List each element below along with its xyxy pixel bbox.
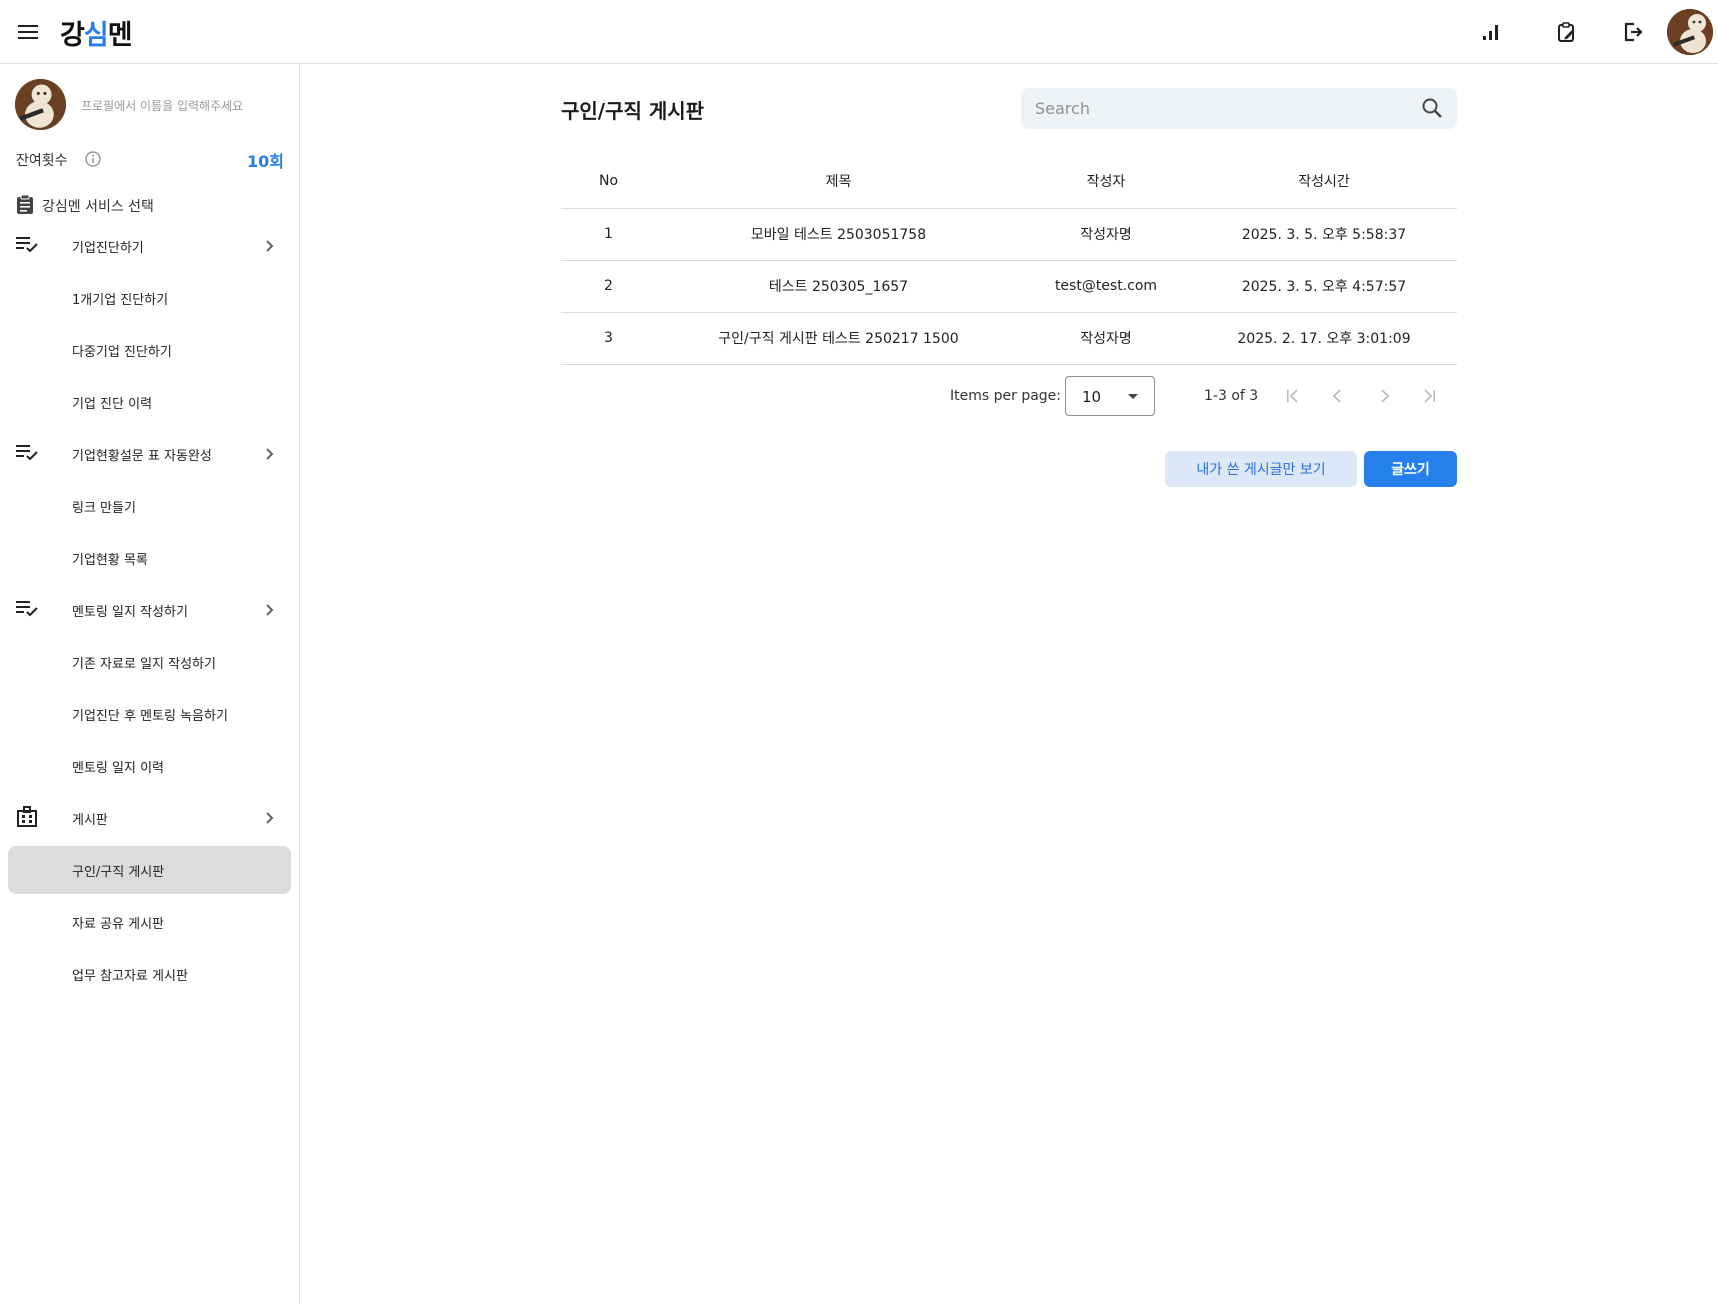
credits-value: 10회 xyxy=(247,152,284,171)
paginator: Items per page: 10 1-3 of 3 xyxy=(950,376,1457,416)
column-header-no[interactable]: No xyxy=(561,155,656,209)
sidebar-item-multi-diagnosis[interactable]: 다중기업 진단하기 xyxy=(8,326,291,374)
sidebar-item-survey-autofill[interactable]: 기업현황설문 표 자동완성 xyxy=(8,430,291,478)
sidebar-item-data-sharing-board[interactable]: 자료 공유 게시판 xyxy=(8,898,291,946)
cell-no: 3 xyxy=(561,312,656,365)
cell-author: test@test.com xyxy=(1021,260,1191,313)
sidebar-item-label: 기존 자료로 일지 작성하기 xyxy=(72,657,216,672)
chevron-right-icon xyxy=(259,444,279,464)
checklist-icon xyxy=(16,598,42,622)
sidebar-item-reference-board[interactable]: 업무 참고자료 게시판 xyxy=(8,950,291,998)
search-input[interactable] xyxy=(1035,88,1395,129)
cell-no: 2 xyxy=(561,260,656,313)
chart-bar-icon[interactable] xyxy=(1473,16,1507,48)
logo-part: 심 xyxy=(83,19,109,51)
my-posts-button[interactable]: 내가 쓴 게시글만 보기 xyxy=(1165,451,1357,487)
sidebar-item-label: 기업진단 후 멘토링 녹음하기 xyxy=(72,709,228,724)
sidebar-item-label: 게시판 xyxy=(72,813,108,828)
cell-title[interactable]: 모바일 테스트 2503051758 xyxy=(656,208,1021,261)
sidebar-item-single-diagnosis[interactable]: 1개기업 진단하기 xyxy=(8,274,291,322)
column-header-title[interactable]: 제목 xyxy=(656,155,1021,209)
sidebar-item-board[interactable]: 게시판 xyxy=(8,794,291,842)
table-header-row: No 제목 작성자 작성시간 xyxy=(561,155,1457,209)
sidebar-item-diagnosis-history[interactable]: 기업 진단 이력 xyxy=(8,378,291,426)
sidebar-item-label: 기업현황 목록 xyxy=(72,553,148,568)
top-bar: 강심멘 xyxy=(0,0,1718,64)
board-table: No 제목 작성자 작성시간 1 모바일 테스트 2503051758 작성자명… xyxy=(561,155,1457,365)
chevron-right-icon xyxy=(259,600,279,620)
remaining-credits: 잔여횟수 10회 xyxy=(16,148,284,172)
sidebar-item-label: 자료 공유 게시판 xyxy=(72,917,164,932)
table-row[interactable]: 3 구인/구직 게시판 테스트 250217 1500 작성자명 2025. 2… xyxy=(561,312,1457,365)
checklist-icon xyxy=(16,442,42,466)
sidebar-item-label: 링크 만들기 xyxy=(72,501,136,516)
sidebar-item-label: 1개기업 진단하기 xyxy=(72,293,169,308)
sidebar-item-make-link[interactable]: 링크 만들기 xyxy=(8,482,291,530)
write-button[interactable]: 글쓰기 xyxy=(1364,451,1457,487)
credits-label: 잔여횟수 xyxy=(16,153,68,169)
last-page-icon[interactable] xyxy=(1417,384,1441,408)
sidebar-item-label: 멘토링 일지 작성하기 xyxy=(72,605,188,620)
clipboard-icon xyxy=(16,194,34,218)
search-box xyxy=(1021,88,1457,129)
chevron-right-icon xyxy=(259,236,279,256)
app-logo[interactable]: 강심멘 xyxy=(60,14,133,51)
page-title: 구인/구직 게시판 xyxy=(561,99,705,123)
items-per-page-label: Items per page: xyxy=(950,388,1062,404)
sidebar-item-label: 멘토링 일지 이력 xyxy=(72,761,164,776)
sidebar-item-label: 기업 진단 이력 xyxy=(72,397,153,412)
avatar[interactable] xyxy=(1667,9,1713,55)
menu-icon[interactable] xyxy=(14,18,42,46)
search-icon[interactable] xyxy=(1421,97,1445,121)
sidebar-item-label: 다중기업 진단하기 xyxy=(72,345,172,360)
logo-part: 멘 xyxy=(107,19,133,51)
cell-author: 작성자명 xyxy=(1021,208,1191,261)
avatar[interactable] xyxy=(15,79,66,130)
sidebar-item-mentoring-log[interactable]: 멘토링 일지 작성하기 xyxy=(8,586,291,634)
cell-time: 2025. 2. 17. 오후 3:01:09 xyxy=(1191,312,1457,365)
page-range-label: 1-3 of 3 xyxy=(1204,388,1259,404)
column-header-author[interactable]: 작성자 xyxy=(1021,155,1191,209)
logo-part: 강 xyxy=(60,19,85,51)
items-per-page-value: 10 xyxy=(1082,388,1102,406)
sidebar-item-label: 기업현황설문 표 자동완성 xyxy=(72,449,212,464)
service-header-label: 강심멘 서비스 선택 xyxy=(42,199,154,215)
cell-time: 2025. 3. 5. 오후 5:58:37 xyxy=(1191,208,1457,261)
sidebar-item-label: 기업진단하기 xyxy=(72,241,144,256)
sidebar-item-job-board[interactable]: 구인/구직 게시판 xyxy=(8,846,291,894)
cell-time: 2025. 3. 5. 오후 4:57:57 xyxy=(1191,260,1457,313)
logout-icon[interactable] xyxy=(1616,16,1650,48)
profile-name: 프로필에서 이름을 입력해주세요 xyxy=(81,99,244,113)
next-page-icon[interactable] xyxy=(1372,384,1396,408)
profile[interactable]: 프로필에서 이름을 입력해주세요 xyxy=(15,79,285,131)
sidebar-item-log-from-data[interactable]: 기존 자료로 일지 작성하기 xyxy=(8,638,291,686)
cell-author: 작성자명 xyxy=(1021,312,1191,365)
info-icon[interactable] xyxy=(84,150,104,170)
building-icon xyxy=(16,806,42,830)
sidebar-item-label: 업무 참고자료 게시판 xyxy=(72,969,188,984)
sidebar-item-company-list[interactable]: 기업현황 목록 xyxy=(8,534,291,582)
clipboard-edit-icon[interactable] xyxy=(1550,16,1584,48)
table-row[interactable]: 1 모바일 테스트 2503051758 작성자명 2025. 3. 5. 오후… xyxy=(561,208,1457,261)
cell-title[interactable]: 구인/구직 게시판 테스트 250217 1500 xyxy=(656,312,1021,365)
cell-no: 1 xyxy=(561,208,656,261)
first-page-icon[interactable] xyxy=(1281,384,1305,408)
service-header: 강심멘 서비스 선택 xyxy=(16,194,154,218)
column-header-time[interactable]: 작성시간 xyxy=(1191,155,1457,209)
table-row[interactable]: 2 테스트 250305_1657 test@test.com 2025. 3.… xyxy=(561,260,1457,313)
cell-title[interactable]: 테스트 250305_1657 xyxy=(656,260,1021,313)
checklist-icon xyxy=(16,234,42,258)
caret-down-icon xyxy=(1128,394,1138,399)
prev-page-icon[interactable] xyxy=(1326,384,1350,408)
sidebar-item-record-mentoring[interactable]: 기업진단 후 멘토링 녹음하기 xyxy=(8,690,291,738)
chevron-right-icon xyxy=(259,808,279,828)
sidebar-item-company-diagnosis[interactable]: 기업진단하기 xyxy=(8,222,291,270)
items-per-page-select[interactable]: 10 xyxy=(1065,376,1155,416)
sidebar: 프로필에서 이름을 입력해주세요 잔여횟수 10회 강심멘 서비스 선택 기업진… xyxy=(0,64,300,1304)
sidebar-item-mentoring-history[interactable]: 멘토링 일지 이력 xyxy=(8,742,291,790)
sidebar-item-label: 구인/구직 게시판 xyxy=(72,865,165,880)
